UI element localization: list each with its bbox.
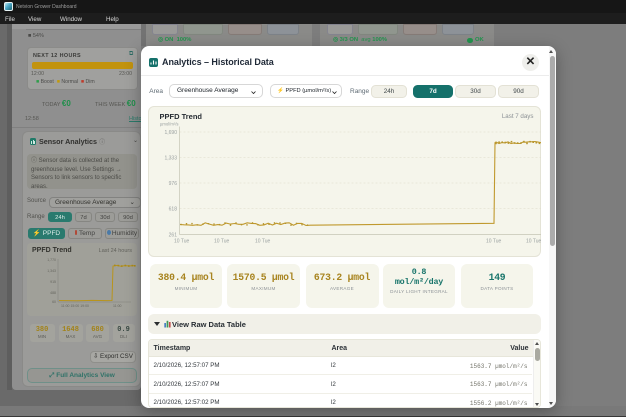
svg-text:11:00: 11:00 <box>113 304 122 308</box>
svg-text:976: 976 <box>169 181 178 187</box>
svg-text:1,770: 1,770 <box>47 258 56 262</box>
svg-text:1,343: 1,343 <box>47 269 56 273</box>
svg-text:10 Tue: 10 Tue <box>174 238 190 244</box>
svg-text:1,690: 1,690 <box>164 130 177 136</box>
svg-text:10 Tue: 10 Tue <box>526 238 541 244</box>
svg-text:1,333: 1,333 <box>164 155 177 161</box>
svg-text:µmol/m²/s: µmol/m²/s <box>160 121 178 126</box>
svg-text:10 Tue: 10 Tue <box>214 238 230 244</box>
svg-text:10 Tue: 10 Tue <box>486 238 502 244</box>
svg-text:915: 915 <box>50 280 56 284</box>
svg-text:60: 60 <box>52 300 56 304</box>
svg-text:618: 618 <box>169 206 178 212</box>
svg-text:11:00 15:00 19:00: 11:00 15:00 19:00 <box>61 304 89 308</box>
svg-text:10 Tue: 10 Tue <box>255 238 271 244</box>
svg-text:488: 488 <box>50 291 56 295</box>
